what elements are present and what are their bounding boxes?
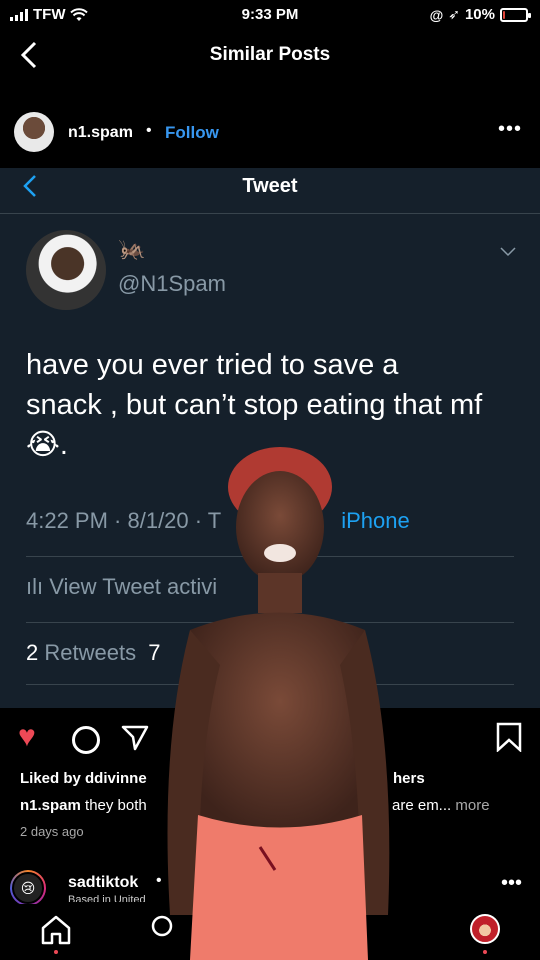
status-bar: TFW 9:33 PM @ ➶ 10% (0, 0, 540, 30)
post-header: n1.spam • Follow ••• (0, 106, 540, 158)
next-post-username[interactable]: sadtiktok (68, 874, 138, 892)
liked-by-text[interactable]: Liked by ddivinne (20, 770, 147, 787)
orientation-lock-icon: @ (429, 6, 444, 23)
profile-avatar-icon[interactable] (470, 914, 500, 944)
share-icon[interactable] (120, 722, 150, 758)
tweet-stats: 2 Retweets 7 (26, 640, 160, 666)
tweet-avatar (26, 230, 106, 310)
separator-dot: • (146, 122, 152, 139)
avatar[interactable] (14, 112, 54, 152)
like-heart-icon[interactable]: ♥ (18, 722, 36, 752)
tweet-chevron-down-icon (500, 244, 516, 262)
tweet-text-line: snack , but can’t stop eating that mf (26, 389, 483, 421)
more-options-icon[interactable]: ••• (501, 872, 522, 895)
tweet-text-line: have you ever tried to save a (26, 349, 399, 381)
caption-tail-text: are em... (392, 797, 452, 814)
caption-text: they both (85, 797, 147, 814)
tweet-name-emoji: 🦗 (118, 236, 146, 261)
post-date: 2 days ago (20, 824, 84, 839)
tweet-header: Tweet (0, 168, 540, 214)
page-title: Similar Posts (209, 44, 331, 65)
tweet-handle: @N1Spam (118, 271, 226, 296)
next-post-location[interactable]: Based in United (68, 894, 146, 902)
more-options-icon[interactable]: ••• (498, 118, 522, 141)
caption: n1.spam they both (20, 797, 147, 814)
tweet-title: Tweet (242, 175, 298, 197)
caption-tail: are em... more (392, 797, 490, 814)
caption-more-link[interactable]: more (455, 797, 489, 814)
top-nav: Similar Posts (0, 30, 540, 82)
battery-icon (500, 7, 531, 22)
follow-button[interactable]: Follow (165, 123, 219, 143)
bookmark-icon[interactable] (496, 722, 522, 753)
status-right: @ ➶ 10% (429, 6, 531, 23)
home-notification-dot (54, 950, 58, 954)
retweet-count: 2 (26, 640, 39, 665)
post-username[interactable]: n1.spam (68, 124, 133, 142)
battery-percent: 10% (464, 6, 495, 23)
battery-fill (503, 10, 505, 19)
comment-icon[interactable] (72, 726, 100, 754)
person-cutout-image (167, 447, 390, 960)
home-icon[interactable] (40, 914, 72, 946)
caption-username[interactable]: n1.spam (20, 797, 81, 814)
profile-notification-dot (483, 950, 487, 954)
retweet-label: Retweets (44, 640, 137, 665)
story-avatar[interactable]: 😢 (10, 870, 46, 906)
location-icon: ➶ (448, 6, 460, 22)
